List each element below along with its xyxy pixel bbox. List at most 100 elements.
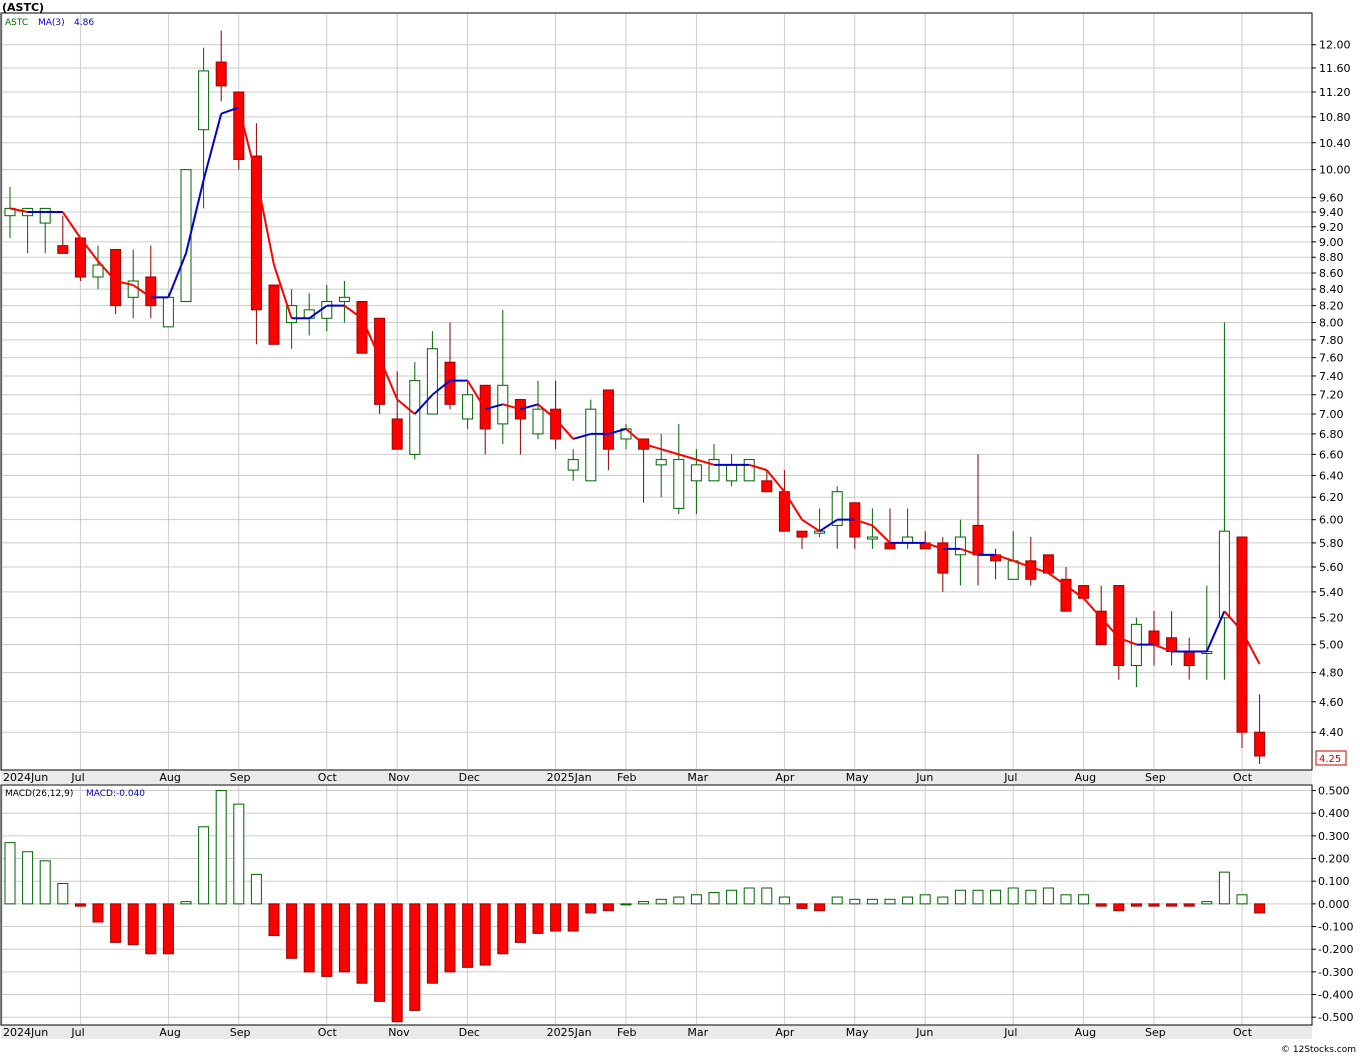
x-axis-label: Sep	[1145, 771, 1166, 784]
x-axis-label: Sep	[1145, 1026, 1166, 1039]
stock-chart: 12.00 11.60 11.20 10.80 10.40 10.00 9.60 9.40 9.…	[0, 0, 1360, 1056]
x-axis-label: Dec	[459, 771, 480, 784]
x-axis-label: Mar	[687, 1026, 708, 1039]
x-axis-label: Sep	[230, 771, 251, 784]
candle-body	[1113, 585, 1125, 666]
candle	[268, 284, 280, 345]
macd-tick-label: 0.200	[1318, 853, 1350, 866]
macd-label: MACD(26,12,9)	[5, 789, 73, 799]
macd-bar	[198, 826, 210, 905]
candle-body	[1095, 610, 1107, 646]
macd-bar	[321, 903, 333, 977]
x-axis-label: Nov	[388, 1026, 410, 1039]
price-tick-label: 9.20	[1319, 221, 1344, 234]
price-tick-label: 6.40	[1319, 469, 1344, 482]
macd-bar	[1060, 894, 1072, 905]
macd-bar	[1042, 887, 1054, 905]
legend-ma-label: MA(3)	[38, 18, 65, 28]
x-axis-label: Jul	[1003, 771, 1017, 784]
x-axis-label: Aug	[1075, 1026, 1096, 1039]
macd-bar	[778, 896, 790, 905]
candle	[1236, 536, 1248, 748]
candle-body	[426, 348, 438, 415]
price-x-axis-band	[1, 770, 1312, 784]
macd-bar	[1254, 903, 1266, 914]
candle-body	[162, 296, 174, 328]
candle-body	[673, 459, 685, 509]
candle-body	[1148, 630, 1160, 646]
candle-body	[602, 389, 614, 450]
candle-body	[92, 264, 104, 278]
price-tick-label: 7.40	[1319, 370, 1344, 383]
candle-body	[726, 464, 738, 482]
candle-body	[321, 300, 333, 319]
macd-bar	[902, 896, 914, 905]
x-axis-label: Jun	[915, 771, 933, 784]
x-axis-label: Jun	[915, 1026, 933, 1039]
macd-bar	[426, 903, 438, 984]
candle-body	[972, 524, 984, 556]
candle	[743, 459, 755, 482]
macd-bar	[761, 887, 773, 905]
macd-bar	[110, 903, 122, 943]
macd-tick-label: 0.100	[1318, 875, 1350, 888]
candle-body	[391, 418, 403, 450]
macd-bar	[74, 903, 86, 907]
price-tick-label: 7.00	[1319, 408, 1344, 421]
price-tick-label: 8.20	[1319, 300, 1344, 313]
macd-bar	[409, 903, 421, 1011]
candle-body	[1025, 560, 1037, 580]
macd-bar	[462, 903, 474, 968]
macd-bar	[444, 903, 456, 973]
candle-body	[954, 536, 966, 556]
price-tick-label: 9.40	[1319, 206, 1344, 219]
macd-bar	[884, 898, 896, 905]
macd-value: MACD:-0.040	[86, 789, 145, 799]
x-axis-label: Dec	[459, 1026, 480, 1039]
candle-body	[866, 536, 878, 540]
x-axis-label: Aug	[159, 771, 180, 784]
macd-tick-label: -0.400	[1318, 989, 1353, 1002]
x-axis-label: Oct	[1233, 771, 1253, 784]
x-axis-label: May	[846, 1026, 869, 1039]
macd-bar	[814, 903, 826, 912]
macd-bar	[831, 896, 843, 905]
price-tick-label: 6.20	[1319, 491, 1344, 504]
macd-bar	[39, 860, 51, 905]
x-axis-label: Aug	[1075, 771, 1096, 784]
candle-body	[690, 464, 702, 482]
macd-bar	[180, 901, 192, 905]
macd-bar	[602, 903, 614, 912]
x-axis-label: Jul	[70, 771, 84, 784]
candle-body	[1183, 651, 1195, 666]
macd-tick-label: 0.500	[1318, 785, 1350, 798]
candle-body	[814, 530, 826, 534]
macd-bar	[1130, 903, 1142, 907]
x-axis-label: Jul	[70, 1026, 84, 1039]
price-tick-label: 10.80	[1319, 111, 1351, 124]
macd-tick-label: -0.300	[1318, 966, 1353, 979]
candle	[74, 237, 86, 282]
price-tick-label: 5.40	[1319, 586, 1344, 599]
price-tick-label: 12.00	[1319, 39, 1351, 52]
x-axis-label: Jul	[1003, 1026, 1017, 1039]
macd-bar	[215, 790, 227, 905]
x-axis-label: Oct	[318, 771, 338, 784]
price-tick-label: 4.60	[1319, 696, 1344, 709]
macd-bar	[4, 842, 16, 905]
candle-body	[1254, 731, 1266, 757]
last-price-label: 4.25	[1319, 754, 1341, 765]
x-axis-label: Feb	[617, 1026, 636, 1039]
candle-body	[479, 384, 491, 430]
candle-body	[585, 408, 597, 482]
macd-bar	[497, 903, 509, 955]
chart-title: (ASTC)	[2, 1, 44, 14]
macd-bar	[849, 898, 861, 905]
x-axis-label: 2024Jun	[3, 1026, 48, 1039]
macd-tick-label: -0.500	[1318, 1011, 1353, 1024]
candle-body	[532, 408, 544, 435]
price-tick-label: 5.80	[1319, 537, 1344, 550]
macd-bar	[1166, 903, 1178, 907]
candle-body	[655, 459, 667, 466]
x-axis-label: Mar	[687, 771, 708, 784]
